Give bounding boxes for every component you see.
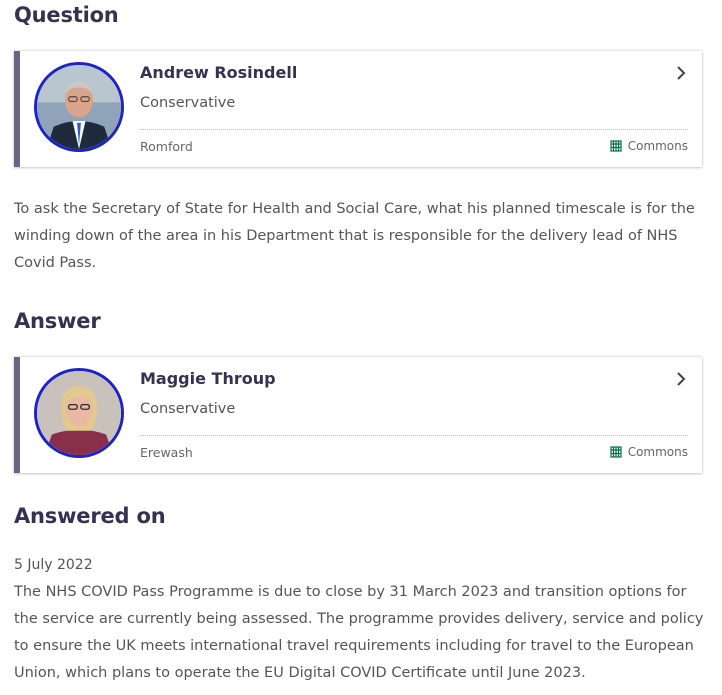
member-avatar bbox=[34, 62, 124, 152]
card-divider bbox=[140, 435, 688, 436]
house-name: Commons bbox=[627, 139, 688, 153]
portcullis-icon bbox=[610, 446, 622, 458]
answered-on-heading: Answered on bbox=[14, 504, 166, 528]
member-constituency: Romford bbox=[140, 139, 193, 154]
member-photo bbox=[37, 65, 121, 149]
chevron-right-icon bbox=[677, 372, 686, 386]
question-heading: Question bbox=[14, 3, 119, 27]
answer-date: 5 July 2022 bbox=[14, 557, 93, 573]
member-photo bbox=[37, 371, 121, 455]
question-text: To ask the Secretary of State for Health… bbox=[14, 201, 695, 271]
member-constituency: Erewash bbox=[140, 445, 193, 460]
house-label: Commons bbox=[609, 139, 688, 153]
member-name: Andrew Rosindell bbox=[140, 63, 298, 82]
house-name: Commons bbox=[627, 445, 688, 459]
member-avatar bbox=[34, 368, 124, 458]
card-divider bbox=[140, 129, 688, 130]
house-label: Commons bbox=[609, 445, 688, 459]
chevron-right-icon bbox=[677, 66, 686, 80]
answer-member-card[interactable]: Maggie Throup Conservative Erewash Commo… bbox=[14, 357, 702, 473]
member-name: Maggie Throup bbox=[140, 369, 276, 388]
portcullis-icon bbox=[610, 140, 622, 152]
member-party: Conservative bbox=[140, 401, 236, 417]
answer-text: The NHS COVID Pass Programme is due to c… bbox=[14, 584, 704, 681]
answer-heading: Answer bbox=[14, 309, 101, 333]
member-party: Conservative bbox=[140, 95, 236, 111]
question-member-card[interactable]: Andrew Rosindell Conservative Romford Co… bbox=[14, 51, 702, 167]
